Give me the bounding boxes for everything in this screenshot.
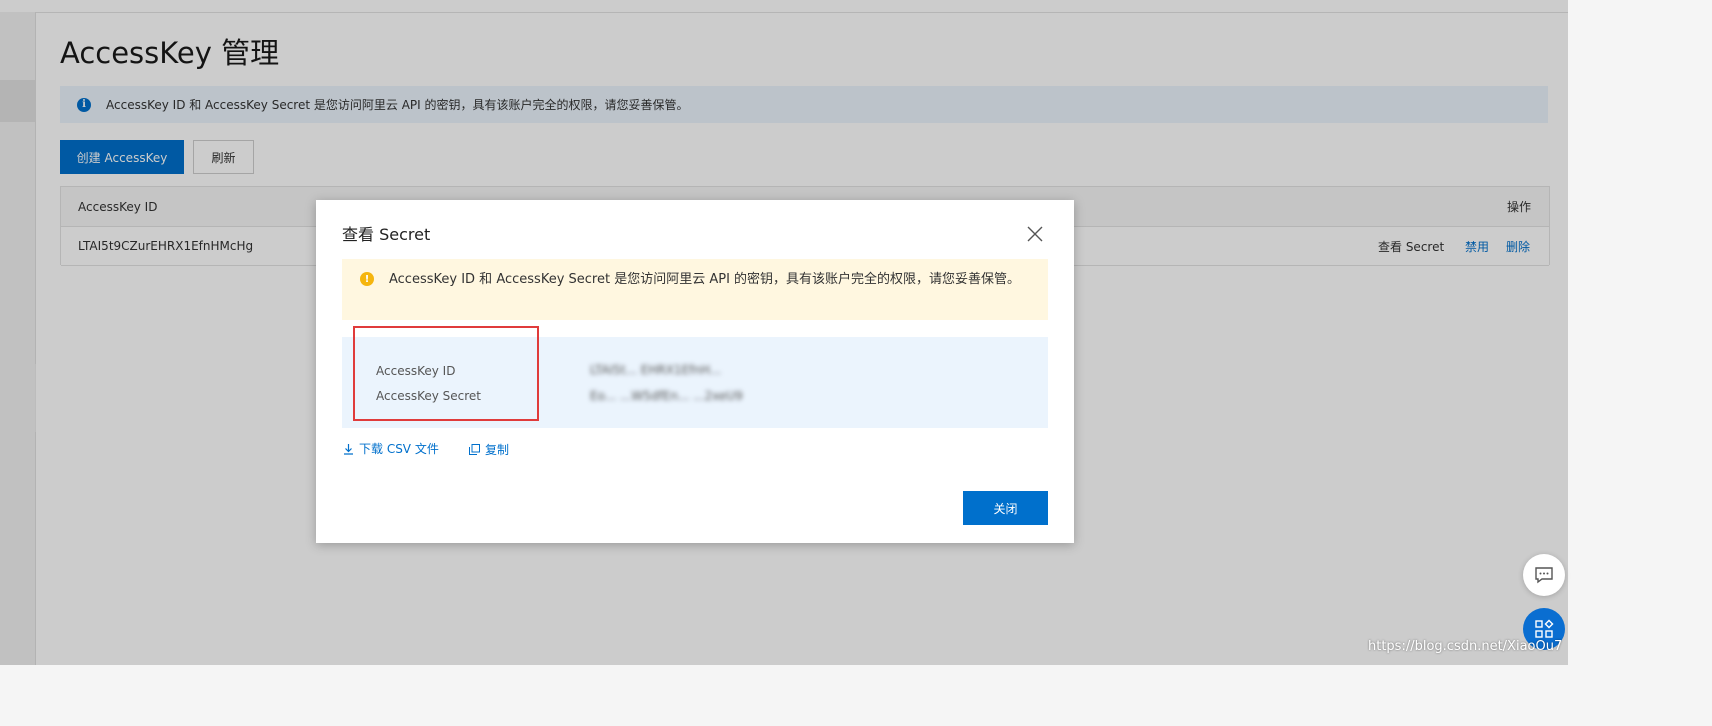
- red-highlight-annotation: [353, 326, 539, 421]
- download-csv-link[interactable]: 下载 CSV 文件: [343, 440, 439, 457]
- dialog-title: 查看 Secret: [342, 225, 431, 244]
- view-secret-dialog: 查看 Secret ! AccessKey ID 和 AccessKey Sec…: [316, 200, 1074, 543]
- apps-icon: [1535, 619, 1554, 638]
- download-icon: [344, 443, 353, 455]
- copy-icon: [469, 444, 480, 455]
- close-icon[interactable]: [1023, 222, 1047, 246]
- accesskey-secret-value: Eo... ...W5dfEn... ...2xeU9: [590, 389, 743, 403]
- close-dialog-button[interactable]: 关闭: [963, 491, 1048, 525]
- feedback-chat-button[interactable]: [1523, 554, 1565, 596]
- chat-icon: [1535, 567, 1553, 584]
- watermark-text: https://blog.csdn.net/XiaoOu7: [1368, 639, 1563, 654]
- accesskey-id-value: LTAI5t... EHRX1EfnH...: [590, 363, 722, 377]
- warning-icon: !: [360, 272, 374, 286]
- download-csv-label: 下载 CSV 文件: [359, 442, 439, 456]
- copy-link[interactable]: 复制: [469, 441, 509, 458]
- warning-banner: ! AccessKey ID 和 AccessKey Secret 是您访问阿里…: [342, 259, 1048, 320]
- warning-text: AccessKey ID 和 AccessKey Secret 是您访问阿里云 …: [389, 272, 1021, 287]
- copy-label: 复制: [485, 443, 510, 457]
